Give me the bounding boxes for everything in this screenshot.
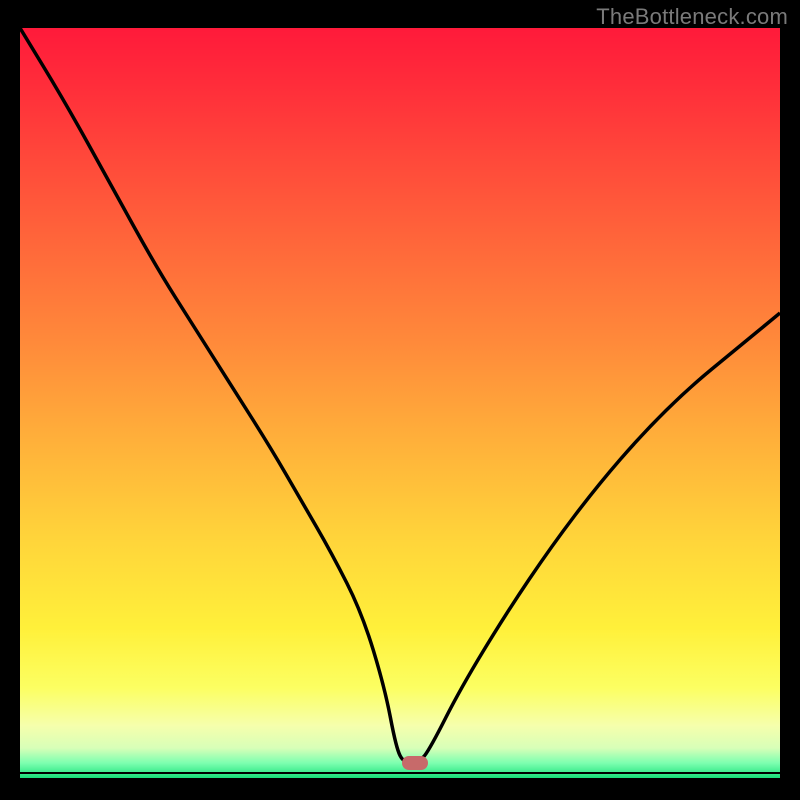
watermark-text: TheBottleneck.com	[596, 4, 788, 30]
plot-area	[20, 28, 780, 778]
optimal-point-marker	[402, 756, 428, 770]
x-axis-baseline	[20, 772, 780, 774]
chart-frame: TheBottleneck.com	[0, 0, 800, 800]
bottleneck-curve	[20, 28, 780, 778]
